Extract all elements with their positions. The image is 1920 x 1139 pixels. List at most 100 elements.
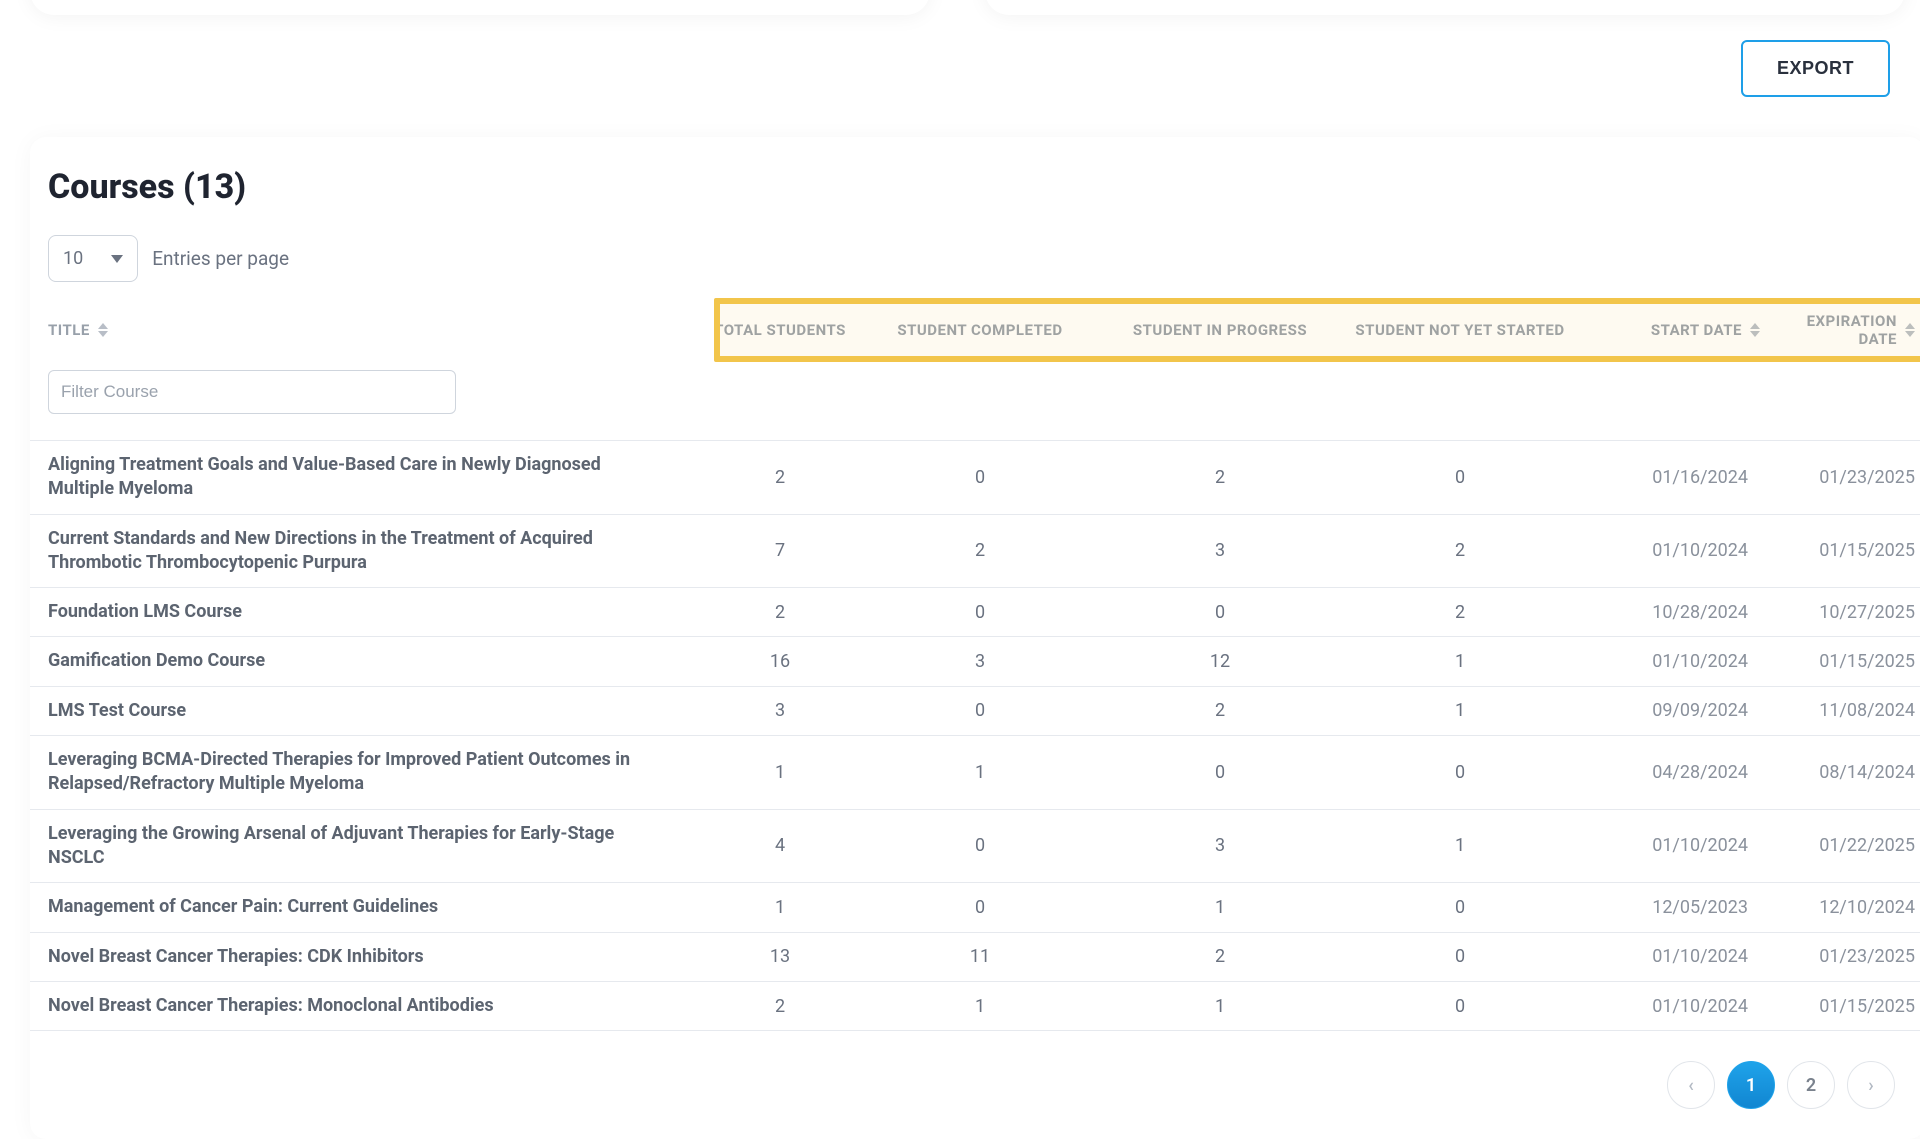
cell-total: 2 bbox=[700, 996, 860, 1017]
cell-total: 16 bbox=[700, 651, 860, 672]
col-student-completed[interactable]: STUDENT COMPLETED bbox=[860, 321, 1100, 339]
pagination: ‹ 12 › bbox=[30, 1031, 1920, 1109]
cell-title[interactable]: Management of Cancer Pain: Current Guide… bbox=[30, 895, 700, 919]
entries-per-page-select[interactable]: 10 bbox=[48, 235, 138, 282]
sort-icon bbox=[98, 323, 108, 337]
cell-start-date: 12/05/2023 bbox=[1580, 897, 1770, 918]
cell-title[interactable]: Novel Breast Cancer Therapies: Monoclona… bbox=[30, 994, 700, 1018]
table-body: Aligning Treatment Goals and Value-Based… bbox=[30, 440, 1920, 1031]
cell-expiration-date: 10/27/2025 bbox=[1770, 602, 1920, 623]
cell-title[interactable]: Gamification Demo Course bbox=[30, 649, 700, 673]
cell-completed: 3 bbox=[860, 651, 1100, 672]
pagination-page-1[interactable]: 1 bbox=[1727, 1061, 1775, 1109]
entries-label: Entries per page bbox=[152, 247, 289, 270]
cell-completed: 1 bbox=[860, 996, 1100, 1017]
cell-title[interactable]: Leveraging BCMA-Directed Therapies for I… bbox=[30, 748, 700, 797]
cell-start-date: 01/10/2024 bbox=[1580, 996, 1770, 1017]
cell-title[interactable]: LMS Test Course bbox=[30, 699, 700, 723]
pagination-page-2[interactable]: 2 bbox=[1787, 1061, 1835, 1109]
cell-total: 1 bbox=[700, 897, 860, 918]
cell-total: 7 bbox=[700, 540, 860, 561]
entries-value: 10 bbox=[63, 248, 83, 269]
cell-start-date: 01/16/2024 bbox=[1580, 467, 1770, 488]
cell-in-progress: 12 bbox=[1100, 651, 1340, 672]
cell-not-started: 1 bbox=[1340, 835, 1580, 856]
pagination-next[interactable]: › bbox=[1847, 1061, 1895, 1109]
table-row: Novel Breast Cancer Therapies: CDK Inhib… bbox=[30, 933, 1920, 982]
cell-total: 13 bbox=[700, 946, 860, 967]
cell-start-date: 01/10/2024 bbox=[1580, 540, 1770, 561]
cell-start-date: 01/10/2024 bbox=[1580, 946, 1770, 967]
cell-completed: 1 bbox=[860, 762, 1100, 783]
cell-expiration-date: 11/08/2024 bbox=[1770, 700, 1920, 721]
cell-start-date: 04/28/2024 bbox=[1580, 762, 1770, 783]
col-total-students[interactable]: TOTAL STUDENTS bbox=[700, 321, 860, 339]
cell-not-started: 0 bbox=[1340, 762, 1580, 783]
cell-expiration-date: 01/15/2025 bbox=[1770, 996, 1920, 1017]
col-student-not-started[interactable]: STUDENT NOT YET STARTED bbox=[1340, 321, 1580, 339]
cell-expiration-date: 01/15/2025 bbox=[1770, 651, 1920, 672]
cell-title[interactable]: Aligning Treatment Goals and Value-Based… bbox=[30, 453, 700, 502]
table-row: Foundation LMS Course200210/28/202410/27… bbox=[30, 588, 1920, 637]
cell-title[interactable]: Novel Breast Cancer Therapies: CDK Inhib… bbox=[30, 945, 700, 969]
export-button[interactable]: EXPORT bbox=[1741, 40, 1890, 97]
table-row: Leveraging BCMA-Directed Therapies for I… bbox=[30, 736, 1920, 810]
cell-in-progress: 0 bbox=[1100, 762, 1340, 783]
col-in-progress-label: STUDENT IN PROGRESS bbox=[1133, 321, 1307, 339]
cell-completed: 0 bbox=[860, 897, 1100, 918]
cell-completed: 0 bbox=[860, 700, 1100, 721]
col-start-label: START DATE bbox=[1651, 321, 1742, 339]
table-row: Leveraging the Growing Arsenal of Adjuva… bbox=[30, 810, 1920, 884]
cell-not-started: 0 bbox=[1340, 996, 1580, 1017]
col-start-date[interactable]: START DATE bbox=[1580, 321, 1770, 339]
col-title[interactable]: TITLE bbox=[30, 321, 700, 339]
cell-in-progress: 2 bbox=[1100, 700, 1340, 721]
col-title-label: TITLE bbox=[48, 321, 90, 339]
col-not-started-label: STUDENT NOT YET STARTED bbox=[1355, 321, 1564, 339]
filter-course-input[interactable] bbox=[48, 370, 456, 414]
col-expiration-date[interactable]: EXPIRATION DATE bbox=[1770, 312, 1920, 348]
cell-completed: 0 bbox=[860, 467, 1100, 488]
cell-start-date: 01/10/2024 bbox=[1580, 651, 1770, 672]
cell-completed: 2 bbox=[860, 540, 1100, 561]
cell-in-progress: 3 bbox=[1100, 835, 1340, 856]
cell-expiration-date: 08/14/2024 bbox=[1770, 762, 1920, 783]
courses-card: Courses (13) 10 Entries per page TITLE T… bbox=[30, 137, 1920, 1139]
table-row: Management of Cancer Pain: Current Guide… bbox=[30, 883, 1920, 932]
table-header-row: TITLE TOTAL STUDENTS STUDENT COMPLETED S… bbox=[30, 308, 1920, 352]
table-row: LMS Test Course302109/09/202411/08/2024 bbox=[30, 687, 1920, 736]
cell-start-date: 10/28/2024 bbox=[1580, 602, 1770, 623]
cell-completed: 11 bbox=[860, 946, 1100, 967]
cell-in-progress: 1 bbox=[1100, 897, 1340, 918]
cell-total: 2 bbox=[700, 602, 860, 623]
cell-total: 4 bbox=[700, 835, 860, 856]
cell-expiration-date: 01/23/2025 bbox=[1770, 467, 1920, 488]
cell-total: 1 bbox=[700, 762, 860, 783]
cell-not-started: 1 bbox=[1340, 651, 1580, 672]
cell-total: 2 bbox=[700, 467, 860, 488]
col-total-label: TOTAL STUDENTS bbox=[714, 321, 846, 339]
cell-not-started: 2 bbox=[1340, 540, 1580, 561]
col-student-in-progress[interactable]: STUDENT IN PROGRESS bbox=[1100, 321, 1340, 339]
cell-in-progress: 2 bbox=[1100, 467, 1340, 488]
table-row: Current Standards and New Directions in … bbox=[30, 515, 1920, 589]
cell-in-progress: 0 bbox=[1100, 602, 1340, 623]
cell-expiration-date: 01/15/2025 bbox=[1770, 540, 1920, 561]
cell-not-started: 0 bbox=[1340, 946, 1580, 967]
table-row: Gamification Demo Course16312101/10/2024… bbox=[30, 637, 1920, 686]
cell-in-progress: 3 bbox=[1100, 540, 1340, 561]
table-row: Aligning Treatment Goals and Value-Based… bbox=[30, 441, 1920, 515]
cell-expiration-date: 12/10/2024 bbox=[1770, 897, 1920, 918]
cell-title[interactable]: Foundation LMS Course bbox=[30, 600, 700, 624]
sort-icon bbox=[1750, 323, 1760, 337]
cell-in-progress: 2 bbox=[1100, 946, 1340, 967]
cell-start-date: 09/09/2024 bbox=[1580, 700, 1770, 721]
cell-not-started: 2 bbox=[1340, 602, 1580, 623]
cell-not-started: 0 bbox=[1340, 897, 1580, 918]
cell-title[interactable]: Leveraging the Growing Arsenal of Adjuva… bbox=[30, 822, 700, 871]
cell-completed: 0 bbox=[860, 835, 1100, 856]
pagination-prev[interactable]: ‹ bbox=[1667, 1061, 1715, 1109]
cell-expiration-date: 01/22/2025 bbox=[1770, 835, 1920, 856]
cell-in-progress: 1 bbox=[1100, 996, 1340, 1017]
cell-title[interactable]: Current Standards and New Directions in … bbox=[30, 527, 700, 576]
